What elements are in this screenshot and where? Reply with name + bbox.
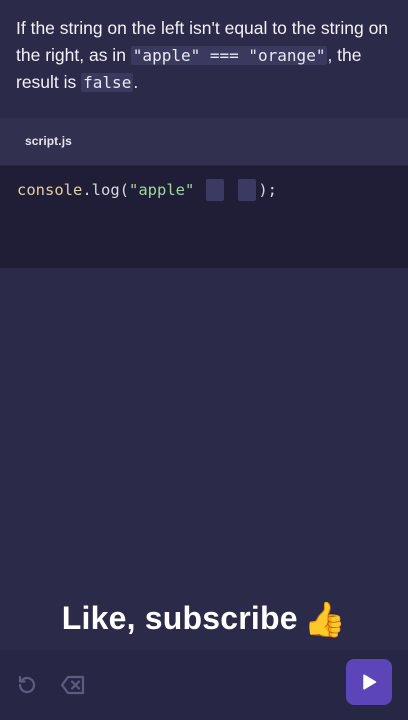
code-line: console. log("apple"); — [17, 179, 277, 201]
tab-script-js[interactable]: script.js — [25, 134, 72, 148]
subscribe-overlay: Like, subscribe 👍 — [0, 600, 408, 640]
lesson-text-part: . — [133, 72, 139, 92]
code-token-dot: . — [82, 181, 92, 199]
undo-button[interactable] — [14, 672, 40, 698]
code-token-object: console — [17, 181, 83, 199]
backspace-button[interactable] — [60, 672, 86, 698]
editor-tab-bar: script.js — [0, 118, 408, 166]
code-token-string: "apple" — [129, 181, 195, 199]
thumbs-up-emoji: 👍 — [303, 601, 347, 639]
lesson-text: If the string on the left isn't equal to… — [16, 15, 396, 96]
inline-code-comparison: "apple" === "orange" — [130, 46, 328, 65]
run-button[interactable] — [346, 659, 392, 705]
bottom-toolbar — [0, 650, 408, 720]
subscribe-text: Like, subscribe — [61, 600, 298, 636]
code-token-method: log — [91, 181, 120, 199]
code-token-open-paren: ( — [119, 181, 130, 199]
backspace-icon — [60, 675, 85, 695]
inline-code-result: false — [81, 73, 134, 92]
code-blank-slot-1[interactable] — [206, 179, 225, 201]
code-token-close: ); — [258, 181, 278, 199]
code-editor: console. log("apple"); — [0, 166, 408, 268]
play-icon — [363, 674, 377, 690]
undo-icon — [18, 675, 36, 694]
code-blank-slot-2[interactable] — [238, 179, 257, 201]
